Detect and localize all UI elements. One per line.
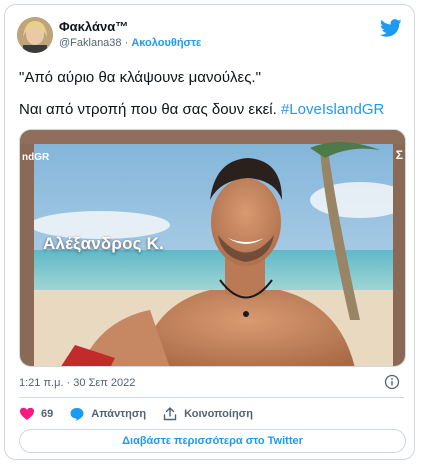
speech-bubble-icon bbox=[70, 408, 84, 421]
media-corner-text-right: Σ bbox=[395, 148, 403, 162]
heart-icon bbox=[20, 407, 34, 420]
reply-button[interactable]: Απάντηση bbox=[69, 406, 146, 422]
tweet-line-1: "Από αύριο θα κλάψουνε μανούλες." bbox=[19, 69, 261, 86]
tweet-card: Φακλάνα™ @Faklana38 · Ακολουθήστε "Από α… bbox=[4, 4, 415, 460]
reply-label: Απάντηση bbox=[91, 408, 147, 420]
tweet-media[interactable]: Αλέξανδρος Κ. ndGR Σ bbox=[19, 129, 406, 367]
media-caption: Αλέξανδρος Κ. bbox=[43, 234, 165, 253]
likes-count: 69 bbox=[41, 408, 54, 420]
tweet-text: "Από αύριο θα κλάψουνε μανούλες." Ναι απ… bbox=[19, 68, 404, 120]
like-button[interactable]: 69 bbox=[19, 406, 53, 422]
media-corner-text-left: ndGR bbox=[22, 152, 50, 163]
author-handle-row: @Faklana38 · Ακολουθήστε bbox=[59, 37, 201, 49]
tweet-line-2: Ναι από ντροπή που θα σας δουν εκεί. #Lo… bbox=[19, 100, 404, 120]
author-name[interactable]: Φακλάνα™ bbox=[59, 19, 128, 34]
divider bbox=[19, 397, 404, 398]
author-handle[interactable]: @Faklana38 bbox=[59, 37, 122, 49]
separator: · bbox=[124, 37, 129, 49]
read-more-button[interactable]: Διαβάστε περισσότερα στο Twitter bbox=[19, 429, 406, 453]
avatar[interactable] bbox=[17, 17, 53, 53]
hashtag-link[interactable]: #LoveIslandGR bbox=[281, 101, 384, 118]
tweet-line-2-text: Ναι από ντροπή που θα σας δουν εκεί. bbox=[19, 101, 281, 118]
action-bar: 69 Απάντηση Κοινοποίηση bbox=[19, 405, 269, 423]
info-icon[interactable] bbox=[384, 374, 400, 390]
share-button[interactable]: Κοινοποίηση bbox=[162, 406, 253, 422]
follow-button[interactable]: Ακολουθήστε bbox=[131, 37, 201, 49]
share-label: Κοινοποίηση bbox=[184, 408, 253, 420]
twitter-bird-icon[interactable] bbox=[380, 17, 402, 39]
share-icon bbox=[163, 407, 177, 421]
tweet-timestamp[interactable]: 1:21 π.μ. · 30 Σεπ 2022 bbox=[19, 377, 135, 389]
